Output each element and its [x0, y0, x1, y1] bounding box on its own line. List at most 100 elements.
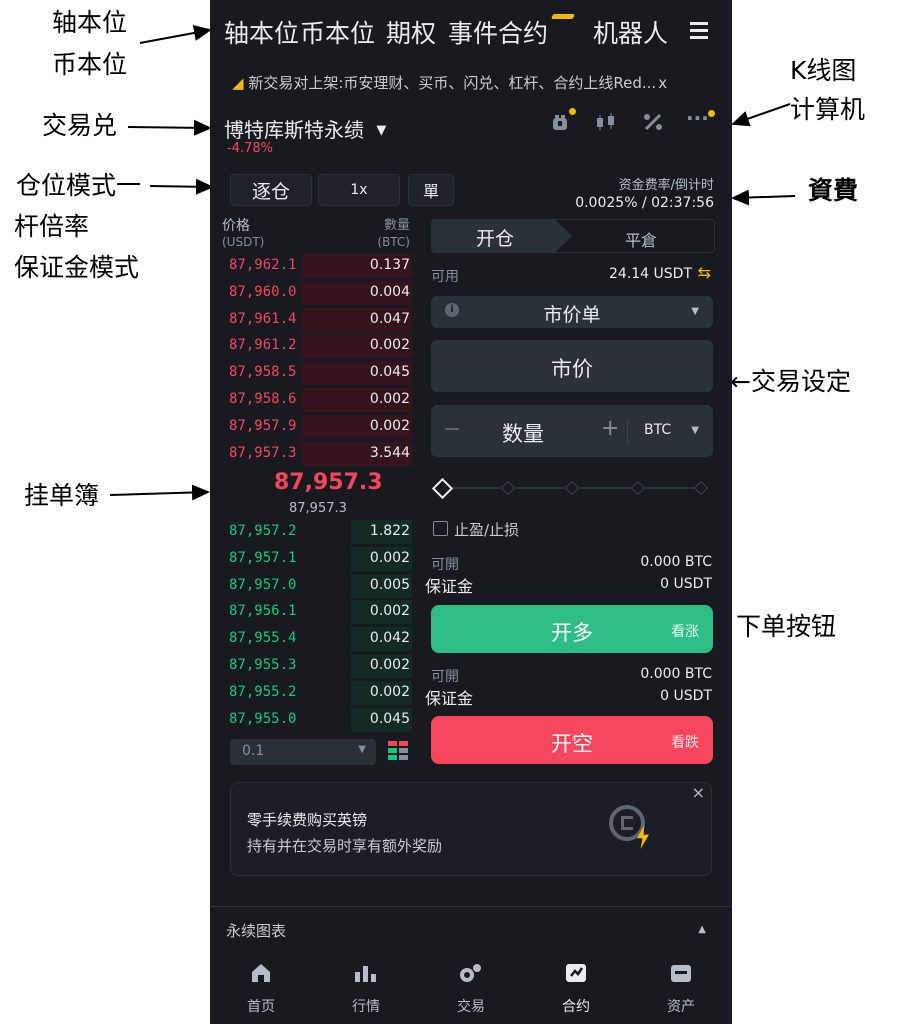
pair-change: -4.78%	[227, 141, 273, 156]
short-can-open-value: 0.000 BTC	[640, 666, 712, 682]
tick-size-select[interactable]: 0.1 ▼	[230, 739, 376, 765]
orderbook-row[interactable]: 87,955.0 0.045	[210, 707, 412, 733]
mark-price: 87,957.3	[289, 501, 347, 516]
nav-home[interactable]: 首页	[221, 962, 301, 1016]
open-long-button[interactable]: 开多 看涨	[431, 605, 713, 653]
amount-slider[interactable]	[431, 476, 713, 500]
orderbook-row[interactable]: 87,960.0 0.004	[210, 280, 412, 306]
tab-open[interactable]: 开仓	[476, 224, 514, 251]
more-icon[interactable]: ···	[686, 106, 709, 130]
tab-close[interactable]: 平倉	[625, 227, 657, 251]
transfer-icon[interactable]: ⇆	[698, 263, 711, 282]
slider-step-50[interactable]	[564, 480, 580, 496]
chevron-up-icon[interactable]: ▲	[698, 924, 706, 935]
tab-event-contracts[interactable]: 事件合约	[448, 14, 548, 50]
order-quantity: 0.002	[369, 549, 410, 566]
nav-markets-label: 行情	[352, 999, 380, 1015]
nav-assets[interactable]: 资产	[641, 962, 721, 1016]
orderbook-row[interactable]: 87,957.2 1.822	[210, 519, 412, 545]
nav-trade[interactable]: 交易	[431, 962, 511, 1016]
announcement-text: 新交易对上架:币安理财、买币、闪兑、杠杆、合约上线Red...	[248, 74, 657, 92]
slider-handle[interactable]	[431, 477, 454, 500]
price-input[interactable]: 市价	[431, 340, 713, 392]
notification-dot	[569, 108, 576, 115]
open-short-button[interactable]: 开空 看跌	[431, 716, 713, 764]
last-price[interactable]: 87,957.3	[274, 470, 383, 495]
qty-plus-button[interactable]: +	[601, 416, 619, 441]
orderbook-row[interactable]: 87,955.4 0.042	[210, 626, 412, 652]
order-quantity: 0.047	[369, 310, 410, 327]
margin-mode-button[interactable]: 逐仓	[230, 174, 312, 206]
perpetual-chart-toggle[interactable]: 永续图表	[226, 920, 286, 941]
tab-coin-m[interactable]: 币本位	[300, 14, 375, 50]
tab-usdt-m[interactable]: 轴本位	[224, 14, 299, 50]
trade-icon	[431, 962, 511, 988]
open-close-tabs: 开仓 平倉	[431, 219, 715, 253]
order-price: 87,956.1	[229, 603, 297, 620]
leverage-button[interactable]: 1x	[318, 174, 400, 206]
pair-selector[interactable]: 博特库斯特永绩 ▼	[224, 114, 386, 143]
promo-close-button[interactable]: ×	[692, 783, 705, 802]
order-quantity: 0.002	[369, 391, 410, 407]
orderbook-row[interactable]: 87,956.1 0.002	[210, 599, 412, 625]
tab-bots[interactable]: 机器人	[593, 14, 668, 50]
announcement-close[interactable]: x	[658, 74, 667, 92]
orderbook-row[interactable]: 87,957.0 0.005	[210, 573, 412, 599]
qty-minus-button[interactable]: −	[443, 417, 461, 442]
candlestick-icon[interactable]	[594, 112, 618, 137]
short-margin-label: 保证金	[425, 689, 474, 708]
alarm-clock-icon[interactable]	[550, 112, 570, 137]
orderbook-row[interactable]: 87,961.2 0.002	[210, 333, 412, 359]
long-can-open-label: 可開	[431, 557, 459, 573]
tick-size-value: 0.1	[242, 743, 265, 759]
nav-markets[interactable]: 行情	[326, 962, 406, 1016]
orderbook-row[interactable]: 87,955.3 0.002	[210, 653, 412, 679]
qty-unit-select[interactable]: BTC	[644, 422, 671, 438]
orderbook-row[interactable]: 87,957.3 3.544	[210, 441, 412, 467]
order-type-value: 市价单	[543, 304, 601, 326]
percent-calculator-icon[interactable]	[642, 112, 664, 137]
orderbook-row[interactable]: 87,958.6 0.002	[210, 387, 412, 413]
order-type-select[interactable]: i 市价单 ▼	[431, 296, 713, 328]
megaphone-icon: ◢	[232, 74, 244, 92]
order-price: 87,955.2	[229, 683, 297, 700]
slider-step-100[interactable]	[693, 480, 709, 496]
orderbook-row[interactable]: 87,961.4 0.047	[210, 307, 412, 333]
quantity-input[interactable]: 数量	[502, 418, 544, 448]
orderbook-row[interactable]: 87,957.9 0.002	[210, 414, 412, 440]
available-value: 24.14 USDT	[609, 266, 692, 282]
orderbook-row[interactable]: 87,955.2 0.002	[210, 680, 412, 706]
ob-price-header-unit: (USDT)	[222, 235, 265, 249]
order-quantity: 0.137	[369, 257, 410, 273]
long-margin-label: 保证金	[425, 577, 474, 596]
nav-futures[interactable]: 合约	[536, 962, 616, 1016]
pair-name: 博特库斯特永绩	[224, 118, 364, 142]
orderbook-row[interactable]: 87,957.1 0.002	[210, 546, 412, 572]
futures-trading-screen: 轴本位 币本位 期权 事件合约 机器人 ◢ 新交易对上架:币安理财、买币、闪兑、…	[210, 0, 732, 1024]
divider	[627, 419, 628, 443]
quantity-stepper: − 数量 + BTC ▼	[431, 405, 713, 457]
orderbook-row[interactable]: 87,958.5 0.045	[210, 360, 412, 386]
order-price: 87,957.2	[229, 523, 297, 539]
orderbook-layout-icon[interactable]	[388, 741, 408, 761]
announcement-bar[interactable]: ◢ 新交易对上架:币安理财、买币、闪兑、杠杆、合约上线Red... x	[232, 72, 667, 93]
slider-step-25[interactable]	[500, 480, 516, 496]
order-price: 87,957.1	[229, 549, 297, 566]
order-quantity: 0.005	[369, 576, 410, 593]
nav-home-label: 首页	[247, 999, 275, 1015]
order-quantity: 0.045	[369, 364, 410, 381]
hamburger-icon[interactable]	[690, 22, 708, 39]
caret-down-icon: ▼	[691, 306, 699, 317]
tpsl-checkbox[interactable]	[433, 521, 448, 536]
divider	[210, 906, 732, 907]
order-price: 87,958.5	[229, 364, 297, 381]
position-mode-button[interactable]: 單	[408, 174, 454, 206]
new-badge	[551, 14, 575, 19]
funding-value: 0.0025% / 02:37:56	[575, 195, 714, 211]
order-price: 87,957.9	[229, 417, 297, 434]
slider-step-75[interactable]	[630, 480, 646, 496]
tab-options[interactable]: 期权	[386, 14, 436, 50]
ob-qty-header: 數量 (BTC)	[377, 218, 410, 250]
promo-banner[interactable]: 零手续费购买英镑 持有并在交易时享有额外奖励 ×	[230, 782, 712, 876]
orderbook-row[interactable]: 87,962.1 0.137	[210, 253, 412, 279]
